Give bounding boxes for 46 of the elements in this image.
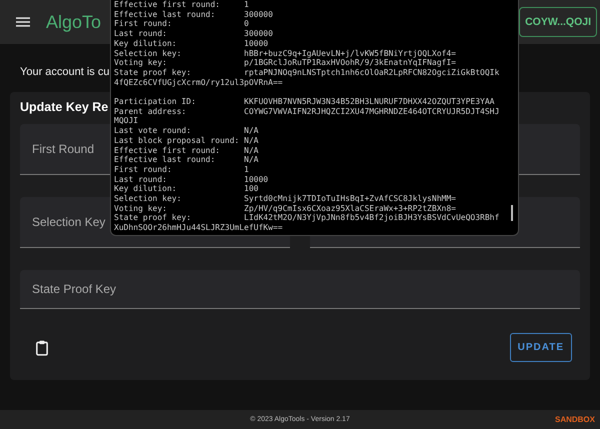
- terminal-value: COYWG7VWVAIFN2RJHQZCI2XU47MGHRNDZE464OTCRYUJR5DJT4SHJ: [244, 106, 500, 116]
- terminal-label: Voting key:: [114, 204, 168, 214]
- terminal-value: N/A: [244, 146, 258, 156]
- terminal-value: N/A: [244, 155, 258, 165]
- terminal-label: Key dilution:: [114, 38, 178, 49]
- terminal-value: 10000: [244, 38, 268, 49]
- terminal-label: Parent address:: [114, 106, 188, 116]
- terminal-label: Last vote round:: [114, 126, 192, 136]
- terminal-label: Effective last round:: [114, 10, 216, 20]
- terminal-value: hBBr+buzC9q+IgAUevLN+j/lvKW5fBNiYrtjOQLXof4=: [244, 48, 456, 58]
- card-title: Update Key Re: [20, 100, 108, 114]
- terminal-value: N/A: [244, 136, 258, 146]
- terminal-label: State proof key:: [114, 68, 192, 78]
- terminal-value: Syrtd0cMnijk7TDIoTuIHsBqI+ZvAfCSC8JklysNhMM=: [244, 194, 456, 204]
- terminal-label: Selection key:: [114, 194, 182, 204]
- terminal-value: LIdK42tM2O/N3YjVpJNn8fb5v4Bf2joiBJH3YsBSVdCvUeQO3RBhf: [244, 213, 500, 224]
- environment-label: SANDBOX: [554, 415, 595, 424]
- terminal-label: Key dilution:: [114, 184, 178, 194]
- terminal-value: p/1BGRclJoRuTP1RaxHVOohR/9/3kEnatnYqIFNagfI=: [244, 58, 456, 68]
- terminal-label: Effective last round:: [114, 155, 216, 165]
- terminal-value: N/A: [244, 126, 258, 136]
- terminal-label: State proof key:: [114, 213, 192, 224]
- terminal-value: KKFUOVHB7NVN5RJW3N34B52BH3LNURUF7DHXX42OZQUT3YPE3YAA: [244, 97, 494, 107]
- terminal-label: Effective first round:: [114, 0, 221, 10]
- terminal-label: Effective first round:: [114, 146, 221, 156]
- terminal-label: Selection key:: [114, 48, 182, 58]
- terminal-label: Last round:: [114, 174, 168, 184]
- terminal-value: XuDhnSOOr26hmHJu44SLJRZ3UmLefUfKw==: [114, 223, 283, 233]
- terminal-value: 1: [244, 164, 249, 175]
- terminal-value: Zp/HV/q9CmIsx6CXoaz95XlaCSEraWx+3+RP2tZBXn8=: [244, 204, 456, 214]
- terminal-value: 300000: [244, 10, 273, 20]
- terminal-value: rptaPNJNOq9nLNSTptch1nh6cOlOaR2LpRFCN82OgciZiGkBtOQIk: [244, 68, 500, 78]
- terminal-value: 300000: [244, 29, 273, 39]
- terminal-label: Participation ID:: [114, 97, 197, 107]
- terminal-value: 10000: [244, 174, 268, 184]
- terminal-label: First round:: [114, 19, 173, 30]
- terminal-label: Voting key:: [114, 58, 168, 68]
- terminal-value: 100: [244, 184, 258, 194]
- terminal-value: MQOJI: [114, 116, 138, 126]
- account-notice: Your account is cu: [20, 66, 110, 78]
- terminal-value: 4fQEZc6CVfUGjcXcrmO/ry12ul3pOVRnA==: [114, 78, 283, 88]
- terminal-label: First round:: [114, 164, 173, 175]
- terminal-label: Last round:: [114, 29, 168, 39]
- terminal-value: 1: [244, 0, 249, 10]
- terminal-value: 0: [244, 19, 249, 30]
- terminal-label: Last block proposal round:: [114, 136, 240, 146]
